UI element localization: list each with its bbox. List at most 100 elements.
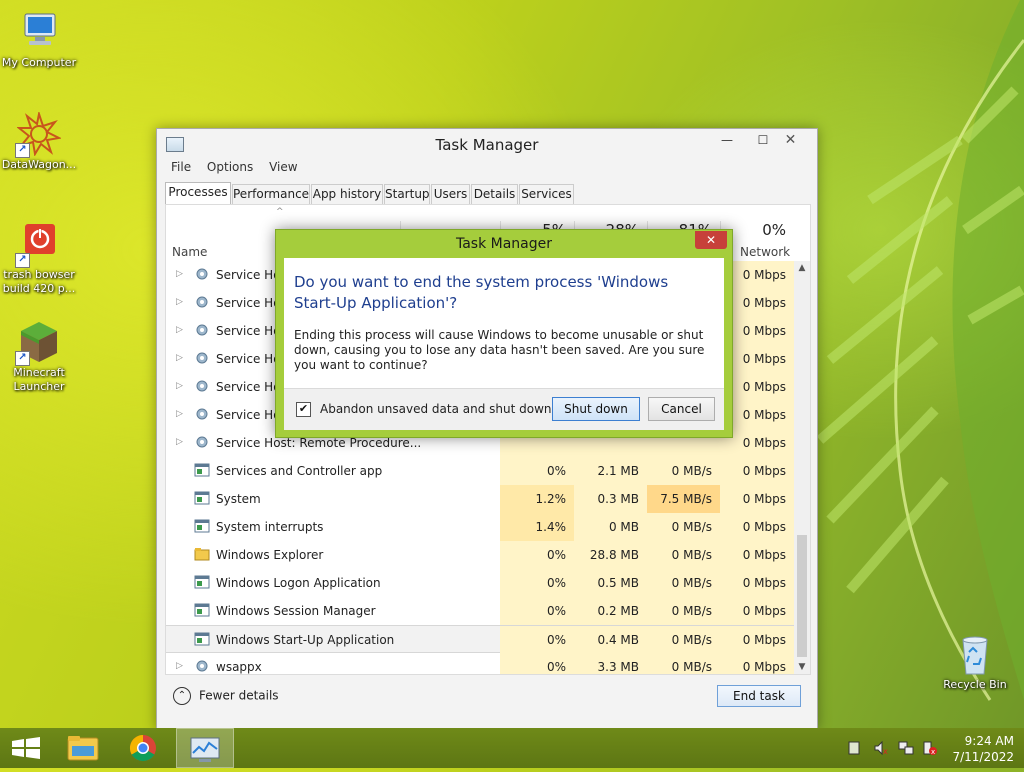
cell-cpu: 0% xyxy=(500,569,574,597)
dialog-heading: Do you want to end the system process 'W… xyxy=(294,273,669,312)
table-row[interactable]: Services and Controller app 0% 2.1 MB 0 MB/… xyxy=(166,457,794,485)
expand-arrow-icon[interactable]: ▷ xyxy=(176,661,183,671)
end-task-button[interactable]: End task xyxy=(717,685,801,707)
desktop-icon-label: DataWagon... xyxy=(1,158,77,171)
desktop-icon-recycle-bin[interactable]: Recycle Bin xyxy=(936,632,1014,692)
taskbar-task-manager[interactable] xyxy=(176,728,234,768)
close-button[interactable]: ✕ xyxy=(768,129,813,151)
scroll-thumb[interactable] xyxy=(797,535,807,657)
tab-strip: Processes Performance App history Startu… xyxy=(165,182,809,205)
datawagon-icon: ↗ xyxy=(15,110,63,158)
table-row[interactable]: System interrupts 1.4% 0 MB 0 MB/s 0 Mbps xyxy=(166,513,794,541)
expand-arrow-icon[interactable]: ▷ xyxy=(176,409,183,419)
cell-cpu: 1.2% xyxy=(500,485,574,513)
tab-performance[interactable]: Performance xyxy=(232,184,310,204)
minimize-button[interactable]: — xyxy=(707,129,747,151)
app-window-icon xyxy=(194,632,210,646)
process-name: Windows Session Manager xyxy=(216,604,376,618)
gear-icon xyxy=(194,407,210,421)
expand-arrow-icon[interactable]: ▷ xyxy=(176,297,183,307)
cell-cpu: 0% xyxy=(500,457,574,485)
process-name: Windows Explorer xyxy=(216,548,324,562)
cancel-button[interactable]: Cancel xyxy=(648,397,715,421)
menu-view[interactable]: View xyxy=(269,160,297,174)
shortcut-arrow-icon: ↗ xyxy=(15,143,30,158)
dialog-close-button[interactable]: ✕ xyxy=(695,231,727,249)
start-button[interactable] xyxy=(0,728,54,768)
desktop-icon-datawagon[interactable]: ↗ DataWagon... xyxy=(0,110,78,172)
gear-icon xyxy=(194,659,210,673)
svg-text:x: x xyxy=(931,748,935,756)
tab-startup[interactable]: Startup xyxy=(384,184,430,204)
taskbar-file-explorer[interactable] xyxy=(56,728,110,768)
gear-icon xyxy=(194,267,210,281)
expand-arrow-icon[interactable]: ▷ xyxy=(176,325,183,335)
desktop-icon-trash-bowser[interactable]: ↗ trash bowser build 420 p... xyxy=(0,222,78,296)
cell-disk: 0 MB/s xyxy=(647,457,720,485)
cell-net: 0 Mbps xyxy=(720,597,794,625)
expand-arrow-icon[interactable]: ▷ xyxy=(176,269,183,279)
abandon-data-checkbox[interactable]: ✔ xyxy=(296,402,311,417)
app-window-icon xyxy=(194,575,210,589)
task-manager-titlebar[interactable]: Task Manager — ☐ ✕ xyxy=(157,129,817,159)
scroll-up-icon[interactable]: ▲ xyxy=(794,261,810,275)
cell-cpu: 1.4% xyxy=(500,513,574,541)
tab-details[interactable]: Details xyxy=(471,184,518,204)
cell-disk: 0 MB/s xyxy=(647,569,720,597)
computer-icon xyxy=(17,10,61,54)
checkbox-label[interactable]: Abandon unsaved data and shut down. xyxy=(320,402,555,416)
process-name: Windows Start-Up Application xyxy=(216,633,395,647)
minecraft-icon: ↗ xyxy=(15,320,61,366)
fewer-details-link[interactable]: ⌃ Fewer details xyxy=(173,687,279,705)
table-row[interactable]: System 1.2% 0.3 MB 7.5 MB/s 0 Mbps xyxy=(166,485,794,513)
name-header[interactable]: Name xyxy=(172,245,207,259)
vertical-scrollbar[interactable]: ▲ ▼ xyxy=(794,261,810,674)
desktop-icon-minecraft-launcher[interactable]: ↗ Minecraft Launcher xyxy=(0,320,78,394)
process-name: Services and Controller app xyxy=(216,464,383,478)
gear-icon xyxy=(194,435,210,449)
shortcut-arrow-icon: ↗ xyxy=(15,253,30,268)
table-row[interactable]: Windows Start-Up Application 0% 0.4 MB 0 MB… xyxy=(166,625,794,654)
action-center-icon[interactable] xyxy=(846,740,862,756)
dialog-footer: ✔ Abandon unsaved data and shut down. Sh… xyxy=(284,388,724,430)
table-row[interactable]: ▷ wsappx 0% 3.3 MB 0 MB/s 0 Mbps xyxy=(166,653,794,674)
cell-net: 0 Mbps xyxy=(720,457,794,485)
app-window-icon xyxy=(194,603,210,617)
cell-net: 0 Mbps xyxy=(720,541,794,569)
table-row[interactable]: Windows Session Manager 0% 0.2 MB 0 MB/s 0 M… xyxy=(166,597,794,625)
expand-arrow-icon[interactable]: ▷ xyxy=(176,353,183,363)
tab-users[interactable]: Users xyxy=(431,184,470,204)
cell-cpu: 0% xyxy=(500,626,574,654)
folder-icon xyxy=(67,736,99,761)
taskbar-clock[interactable]: 9:24 AM 7/11/2022 xyxy=(944,733,1014,765)
tab-services[interactable]: Services xyxy=(519,184,574,204)
expand-arrow-icon[interactable]: ▷ xyxy=(176,381,183,391)
volume-muted-icon[interactable]: x xyxy=(874,740,890,756)
svg-text:x: x xyxy=(883,747,888,756)
process-name: Windows Logon Application xyxy=(216,576,381,590)
security-alert-icon[interactable]: x xyxy=(922,740,938,756)
clock-time: 9:24 AM xyxy=(964,734,1014,748)
network-icon[interactable] xyxy=(898,740,914,756)
cell-disk: 0 MB/s xyxy=(647,597,720,625)
scroll-down-icon[interactable]: ▼ xyxy=(794,660,810,674)
table-row[interactable]: Windows Logon Application 0% 0.5 MB 0 MB/s 0… xyxy=(166,569,794,597)
taskbar-chrome[interactable] xyxy=(116,728,170,768)
menu-file[interactable]: File xyxy=(171,160,191,174)
table-row[interactable]: Windows Explorer 0% 28.8 MB 0 MB/s 0 Mbps xyxy=(166,541,794,569)
fewer-details-label: Fewer details xyxy=(199,688,279,703)
gear-icon xyxy=(194,323,210,337)
desktop-icon-my-computer[interactable]: My Computer xyxy=(0,10,78,70)
expand-arrow-icon[interactable]: ▷ xyxy=(176,437,183,447)
tab-app-history[interactable]: App history xyxy=(311,184,383,204)
process-name: System interrupts xyxy=(216,520,324,534)
menu-options[interactable]: Options xyxy=(207,160,253,174)
recycle-bin-icon xyxy=(953,632,997,676)
cell-disk: 0 MB/s xyxy=(647,513,720,541)
shut-down-button[interactable]: Shut down xyxy=(552,397,640,421)
cell-mem: 3.3 MB xyxy=(574,653,647,674)
process-name: System xyxy=(216,492,261,506)
power-icon: ↗ xyxy=(15,222,61,268)
tab-processes[interactable]: Processes xyxy=(165,182,231,205)
desktop-icon-label: My Computer xyxy=(1,56,77,69)
